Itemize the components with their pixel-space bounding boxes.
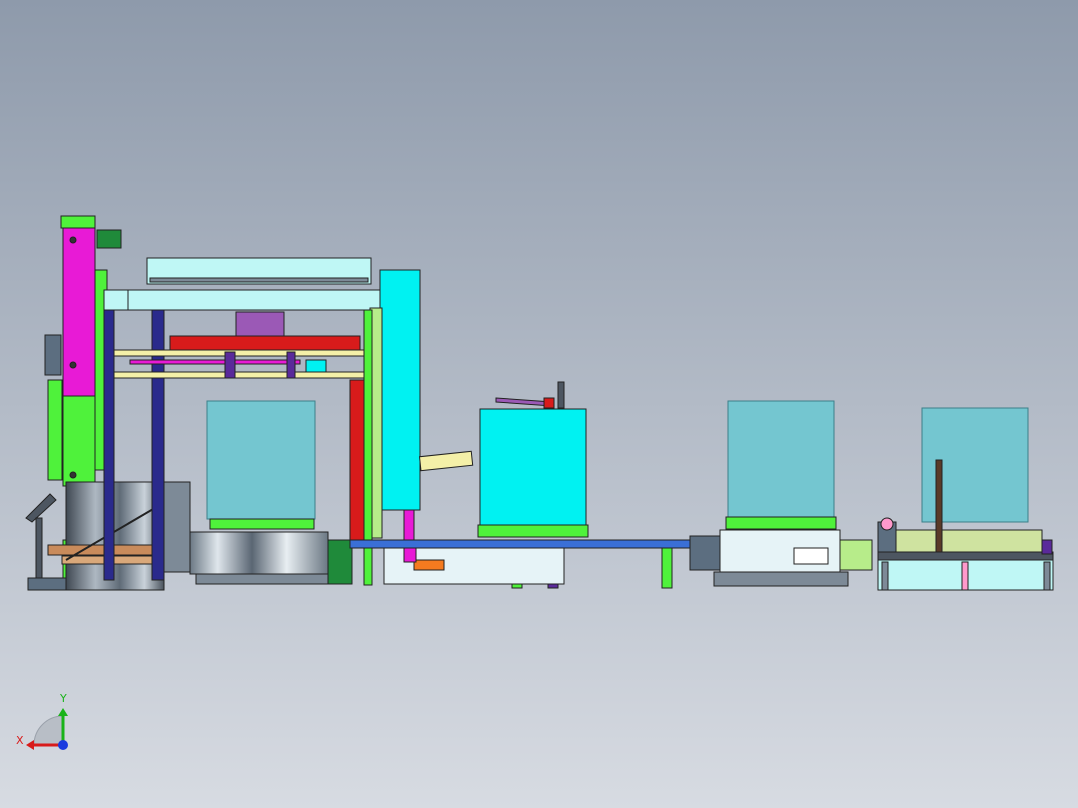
- mast-detail-2: [47, 379, 63, 481]
- load-box-2: [479, 408, 587, 526]
- station-4-leg-3: [1043, 561, 1051, 591]
- magenta-pad: [403, 547, 417, 563]
- gantry-top-trim: [149, 277, 369, 283]
- pallet-3: [725, 516, 837, 530]
- turntable[interactable]: [189, 531, 353, 585]
- mast-bolt-2: [69, 361, 77, 369]
- station-3-slot: [793, 547, 829, 565]
- station-3-left: [689, 535, 721, 571]
- station-4-top: [877, 551, 1054, 561]
- orange-block: [413, 559, 445, 571]
- yellow-rail-2: [113, 371, 389, 379]
- conveyor-leg-3: [661, 547, 673, 589]
- lift-column-cyan: [379, 269, 421, 511]
- mast-bolt-1: [69, 236, 77, 244]
- magenta-bar: [129, 359, 301, 365]
- pallet-1: [209, 518, 315, 530]
- base-block: [163, 481, 191, 573]
- film-roll: [65, 481, 165, 591]
- mast-cap: [60, 215, 96, 229]
- red-arm-1: [169, 335, 361, 351]
- station-4-gear: [880, 517, 894, 531]
- station-3-right: [839, 539, 873, 571]
- triad-y-label: Y: [59, 692, 67, 705]
- purple-link-2: [286, 351, 296, 379]
- panel-base: [27, 577, 73, 591]
- station-4-end: [1041, 539, 1053, 555]
- mast-lime: [62, 395, 96, 487]
- conveyor-rail: [349, 539, 691, 549]
- mast-bolt-3: [69, 471, 77, 479]
- gantry-left-plate: [103, 289, 129, 311]
- gantry-frame: [103, 289, 381, 311]
- pallet-4: [895, 529, 1043, 553]
- purple-link: [224, 351, 236, 379]
- red-post: [349, 379, 365, 541]
- load-box-1: [206, 400, 316, 520]
- turntable-base: [195, 573, 331, 585]
- panel-post: [35, 517, 43, 581]
- pallet-2: [477, 524, 589, 538]
- station-3-foot: [713, 571, 849, 587]
- pallet-load-1[interactable]: [206, 400, 316, 530]
- pallet-load-3[interactable]: [725, 400, 837, 530]
- station-4-leg-2: [961, 561, 969, 591]
- navy-post-left: [103, 309, 115, 581]
- station-4-leg-1: [881, 561, 889, 591]
- motor-block: [96, 229, 122, 249]
- yellow-rail-1: [113, 349, 389, 357]
- brown-post: [935, 459, 943, 555]
- cad-viewport[interactable]: X Y: [0, 0, 1078, 808]
- triad-x-label: X: [16, 734, 24, 747]
- cyan-block: [305, 359, 327, 373]
- pallet-load-2[interactable]: [477, 408, 589, 538]
- load-box-3: [727, 400, 835, 520]
- mast-magenta: [62, 227, 96, 397]
- turntable-body: [189, 531, 329, 575]
- triad-z-axis: [58, 740, 68, 750]
- turntable-green: [327, 539, 353, 585]
- mast-detail-1: [44, 334, 62, 376]
